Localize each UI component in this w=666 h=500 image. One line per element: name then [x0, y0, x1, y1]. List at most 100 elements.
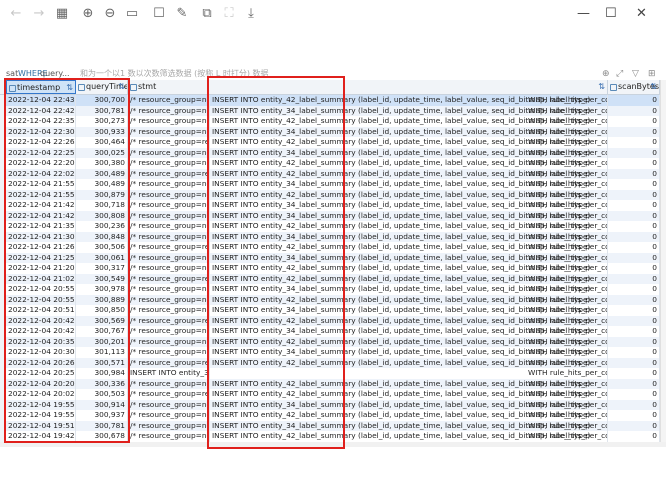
cell-querytime[interactable]: 300,503 — [76, 389, 128, 400]
cell-stmt-prefix[interactable]: /* resource_group=normal */ — [128, 431, 210, 442]
cell-querytime[interactable]: 300,273 — [76, 116, 128, 127]
cell-scanbytes[interactable]: 0 — [608, 315, 660, 326]
cell-timestamp[interactable]: 2022-12-04 21:26:20 — [6, 242, 76, 253]
cell-querytime[interactable]: 300,889 — [76, 294, 128, 305]
sql-editor-strip[interactable]: sat WHERE query... 和为一个以1 数以次数筛选数据 (按称 L… — [0, 68, 666, 80]
cell-stmt-body[interactable]: INSERT INTO entity_34_label_summary (lab… — [210, 347, 608, 358]
table-row[interactable]: 2022-12-04 21:55:04300,879/* resource_gr… — [0, 189, 666, 200]
cell-scanbytes[interactable]: 0 — [608, 389, 660, 400]
minimize-button[interactable]: — — [577, 6, 590, 22]
cell-scanbytes[interactable]: 0 — [608, 336, 660, 347]
cell-scanbytes[interactable]: 0 — [608, 294, 660, 305]
table-row[interactable]: 2022-12-04 21:02:55300,549/* resource_gr… — [0, 273, 666, 284]
cell-stmt-prefix[interactable]: /* resource_group=normal */ — [128, 294, 210, 305]
cell-timestamp[interactable]: 2022-12-04 22:25:58 — [6, 147, 76, 158]
cell-timestamp[interactable]: 2022-12-04 20:26:20 — [6, 357, 76, 368]
cell-scanbytes[interactable]: 0 — [608, 357, 660, 368]
text-cell-icon[interactable]: ▭ — [125, 7, 139, 21]
cell-scanbytes[interactable]: 0 — [608, 210, 660, 221]
cell-stmt-prefix[interactable]: INSERT INTO entity_34_label_summary (lab… — [128, 368, 210, 379]
table-row[interactable]: 2022-12-04 21:35:27300,236/* resource_gr… — [0, 221, 666, 232]
cell-querytime[interactable]: 300,336 — [76, 378, 128, 389]
cell-querytime[interactable]: 300,781 — [76, 420, 128, 431]
cell-timestamp[interactable]: 2022-12-04 22:43:15 — [6, 95, 76, 106]
download-icon[interactable]: ⤓ — [244, 7, 258, 21]
grid-icon[interactable]: ▦ — [55, 7, 69, 21]
table-row[interactable]: 2022-12-04 20:02:55300,503/* resource_gr… — [0, 389, 666, 400]
cell-querytime[interactable]: 300,549 — [76, 273, 128, 284]
table-row[interactable]: 2022-12-04 20:35:27300,201/* resource_gr… — [0, 336, 666, 347]
cell-stmt-prefix[interactable]: /* resource_group=normal */ — [128, 189, 210, 200]
cell-stmt-body[interactable]: INSERT INTO entity_42_label_summary (lab… — [210, 221, 608, 232]
cell-scanbytes[interactable]: 0 — [608, 168, 660, 179]
cell-querytime[interactable]: 300,767 — [76, 326, 128, 337]
cell-stmt-body[interactable]: INSERT INTO entity_42_label_summary (lab… — [210, 168, 608, 179]
cell-timestamp[interactable]: 2022-12-04 19:55:18 — [6, 399, 76, 410]
cell-stmt-body[interactable]: INSERT INTO entity_34_label_summary (lab… — [210, 179, 608, 190]
sort-icon[interactable]: ⇅ — [66, 81, 73, 93]
cell-stmt-body[interactable]: INSERT INTO entity_34_label_summary (lab… — [210, 305, 608, 316]
cell-stmt-prefix[interactable]: /* resource_group=normal */ — [128, 378, 210, 389]
column-header-scanbytes[interactable]: scanBytes ⇅ — [608, 80, 660, 94]
cell-querytime[interactable]: 300,506 — [76, 242, 128, 253]
cell-timestamp[interactable]: 2022-12-04 22:02:55 — [6, 168, 76, 179]
cell-scanbytes[interactable]: 0 — [608, 378, 660, 389]
table-row[interactable]: 2022-12-04 20:42:27300,767/* resource_gr… — [0, 326, 666, 337]
cell-scanbytes[interactable]: 0 — [608, 137, 660, 148]
cell-stmt-prefix[interactable]: /* resource_group=normal */ — [128, 95, 210, 106]
column-header-querytime[interactable]: queryTime ⇅ — [76, 80, 128, 94]
cell-stmt-body[interactable]: INSERT INTO entity_34_label_summary (lab… — [210, 147, 608, 158]
cell-timestamp[interactable]: 2022-12-04 20:20:37 — [6, 378, 76, 389]
text-box-icon[interactable]: ☐ — [152, 7, 166, 21]
cell-scanbytes[interactable]: 0 — [608, 252, 660, 263]
cell-scanbytes[interactable]: 0 — [608, 368, 660, 379]
cell-querytime[interactable]: 300,489 — [76, 179, 128, 190]
table-row[interactable]: 2022-12-04 22:30:59300,933/* resource_gr… — [0, 126, 666, 137]
cell-stmt-body[interactable]: INSERT INTO entity_42_label_summary (lab… — [210, 137, 608, 148]
cell-stmt-prefix[interactable]: /* resource_group=normal */ — [128, 263, 210, 274]
cell-stmt-body[interactable]: INSERT INTO entity_42_label_summary (lab… — [210, 158, 608, 169]
table-row[interactable]: 2022-12-04 20:55:18300,978/* resource_gr… — [0, 284, 666, 295]
cell-querytime[interactable]: 300,678 — [76, 431, 128, 442]
cell-scanbytes[interactable]: 0 — [608, 189, 660, 200]
cell-querytime[interactable]: 300,464 — [76, 137, 128, 148]
cell-querytime[interactable]: 300,025 — [76, 147, 128, 158]
cell-scanbytes[interactable]: 0 — [608, 305, 660, 316]
cell-timestamp[interactable]: 2022-12-04 21:30:59 — [6, 231, 76, 242]
cell-timestamp[interactable]: 2022-12-04 20:02:55 — [6, 389, 76, 400]
cell-querytime[interactable]: 300,569 — [76, 315, 128, 326]
cell-querytime[interactable]: 300,317 — [76, 263, 128, 274]
cell-querytime[interactable]: 300,808 — [76, 210, 128, 221]
table-row[interactable]: 2022-12-04 22:43:15300,700/* resource_gr… — [0, 95, 666, 106]
cell-timestamp[interactable]: 2022-12-04 20:42:51 — [6, 315, 76, 326]
cell-stmt-body[interactable]: INSERT INTO entity_34_label_summary (lab… — [210, 284, 608, 295]
cell-stmt-prefix[interactable]: /* resource_group=normal */ — [128, 410, 210, 421]
cell-querytime[interactable]: 300,571 — [76, 357, 128, 368]
cell-timestamp[interactable]: 2022-12-04 21:35:27 — [6, 221, 76, 232]
cell-stmt-body[interactable]: INSERT INTO entity_34_label_summary (lab… — [210, 200, 608, 211]
cell-timestamp[interactable]: 2022-12-04 20:42:27 — [6, 326, 76, 337]
cell-timestamp[interactable]: 2022-12-04 22:35:27 — [6, 116, 76, 127]
cell-timestamp[interactable]: 2022-12-04 20:55:04 — [6, 294, 76, 305]
cell-stmt-prefix[interactable]: /* resource_group=normal */ — [128, 200, 210, 211]
table-row[interactable]: 2022-12-04 20:55:04300,889/* resource_gr… — [0, 294, 666, 305]
cell-querytime[interactable]: 301,113 — [76, 347, 128, 358]
cell-timestamp[interactable]: 2022-12-04 22:26:20 — [6, 137, 76, 148]
table-row[interactable]: 2022-12-04 21:26:20300,506/* resource_gr… — [0, 242, 666, 253]
cell-stmt-prefix[interactable]: /* resource_group=normal */ — [128, 116, 210, 127]
cell-stmt-prefix[interactable]: /* resource_group=normal */ — [128, 336, 210, 347]
cell-querytime[interactable]: 300,201 — [76, 336, 128, 347]
cell-querytime[interactable]: 300,879 — [76, 189, 128, 200]
table-row[interactable]: 2022-12-04 22:26:20300,464/* resource_gr… — [0, 137, 666, 148]
cell-timestamp[interactable]: 2022-12-04 21:02:55 — [6, 273, 76, 284]
vertical-scrollbar[interactable] — [660, 80, 666, 442]
cell-stmt-body[interactable]: INSERT INTO entity_42_label_summary (lab… — [210, 336, 608, 347]
cell-stmt-prefix[interactable]: /* resource_group=real_time */ — [128, 273, 210, 284]
zoom-in-icon[interactable]: ⊕ — [81, 7, 95, 21]
cell-querytime[interactable]: 300,236 — [76, 221, 128, 232]
cell-scanbytes[interactable]: 0 — [608, 158, 660, 169]
cell-timestamp[interactable]: 2022-12-04 22:20:37 — [6, 158, 76, 169]
column-header-timestamp[interactable]: timestamp ⇅ — [6, 80, 76, 94]
cell-scanbytes[interactable]: 0 — [608, 147, 660, 158]
cell-scanbytes[interactable]: 0 — [608, 263, 660, 274]
